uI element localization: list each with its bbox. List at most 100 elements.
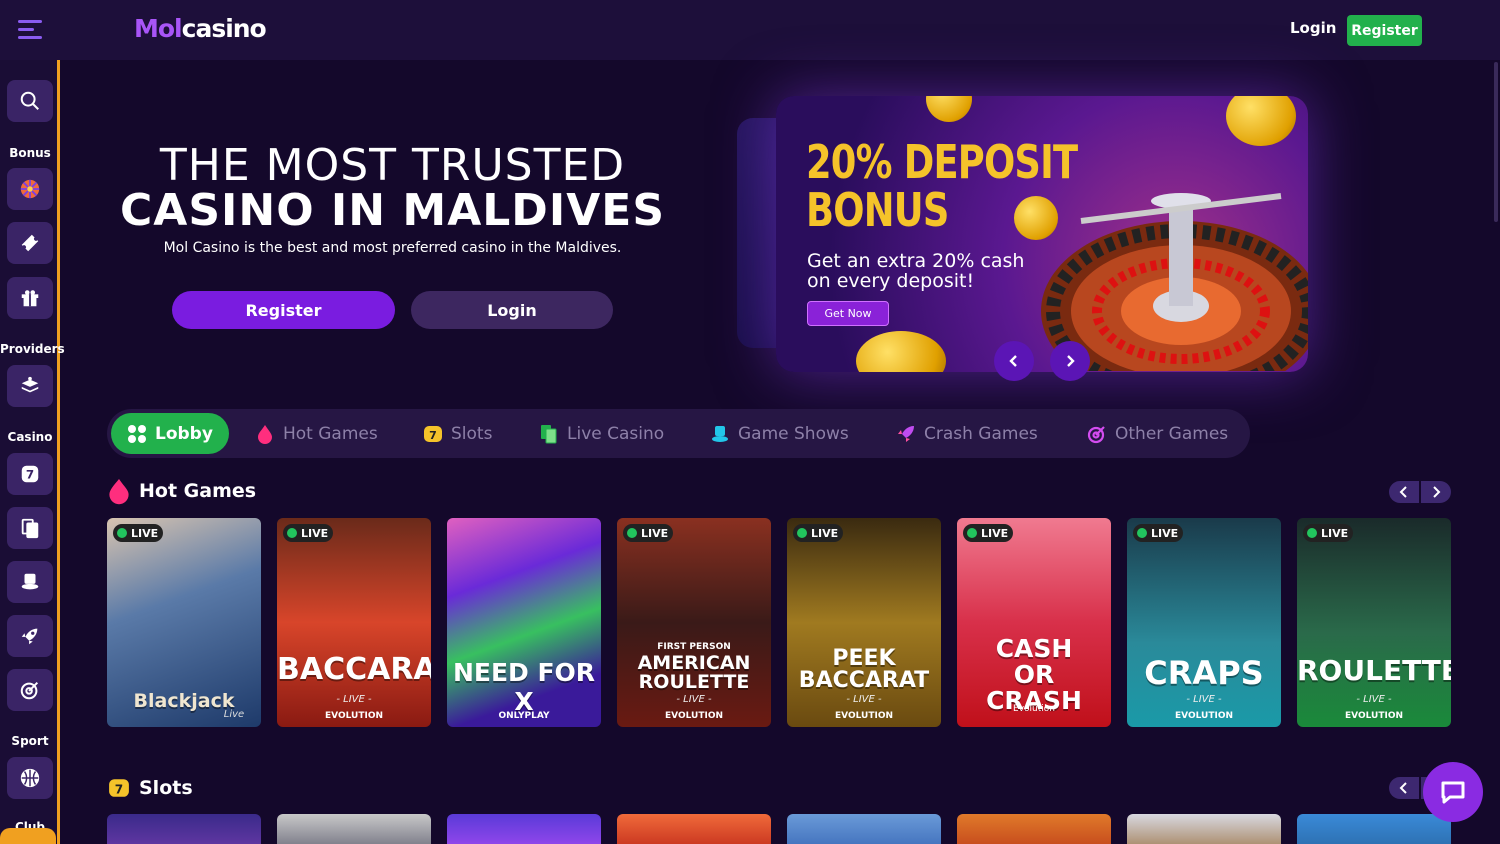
sidebar-item-other[interactable] [7,669,53,711]
sidebar: Bonus Providers Casino 7 Sport Club [0,60,65,844]
tab-slots-label: Slots [451,423,493,444]
sidebar-item-providers[interactable] [7,365,53,407]
sidebar-item-gifts[interactable] [7,277,53,319]
game-card-blackjack[interactable]: LIVE Blackjack Live [107,518,261,727]
slot-card[interactable] [787,814,941,844]
live-badge-label: LIVE [131,526,159,540]
tab-game-shows[interactable]: Game Shows [710,413,849,454]
hat-icon [710,424,730,444]
slot-card[interactable] [957,814,1111,844]
game-provider: EVOLUTION [835,711,893,721]
game-card-american-roulette[interactable]: LIVE FIRST PERSON AMERICAN ROULETTE - LI… [617,518,771,727]
coin-icon [856,331,946,372]
slot-card[interactable] [1297,814,1451,844]
slot-card[interactable] [617,814,771,844]
sidebar-label-casino: Casino [7,430,53,444]
fortune-wheel-icon [20,179,40,199]
chevron-left-icon [1399,782,1407,794]
tab-live-casino[interactable]: Live Casino [539,413,664,454]
chevron-left-icon [1399,486,1407,498]
live-badge: LIVE [283,524,334,542]
banner-get-now-button[interactable]: Get Now [807,301,889,326]
game-card-craps[interactable]: LIVE CRAPS - LIVE - EVOLUTION [1127,518,1281,727]
game-name: CRAPS [1144,654,1264,692]
sidebar-item-tickets[interactable] [7,222,53,264]
tab-hot-games[interactable]: Hot Games [255,413,378,454]
game-card-peek-baccarat[interactable]: LIVE PEEK BACCARAT - LIVE - EVOLUTION [787,518,941,727]
hero-title-line2: CASINO IN MALDIVES [119,185,666,236]
header-login-button[interactable]: Login [1290,19,1336,37]
game-card-need-for-x[interactable]: NEED FOR X ONLYPLAY [447,518,601,727]
tab-live-casino-label: Live Casino [567,423,665,444]
hero-title-line1: THE MOST TRUSTED [159,140,626,191]
svg-text:7: 7 [115,783,123,797]
sidebar-item-live-casino[interactable] [7,507,53,549]
slot-card[interactable] [107,814,261,844]
flame-icon [255,424,275,444]
game-name: AMERICAN ROULETTE [637,652,751,693]
menu-icon[interactable] [18,20,42,40]
hot-games-next-button[interactable] [1421,481,1451,503]
live-badge: LIVE [1133,524,1184,542]
ticket-icon [21,234,39,252]
tab-crash-games-label: Crash Games [924,423,1038,444]
tab-other-games[interactable]: Other Games [1087,413,1228,454]
game-card-roulette[interactable]: LIVE ROULETTE - LIVE - EVOLUTION [1297,518,1451,727]
game-pretitle: FIRST PERSON [657,642,731,652]
header-register-button[interactable]: Register [1347,15,1422,46]
logo[interactable]: Molcasino [134,14,267,43]
banner-next-button[interactable] [1050,341,1090,381]
game-name: NEED FOR X [452,658,596,716]
layers-icon [21,376,39,393]
live-badge: LIVE [1303,524,1354,542]
club-badge[interactable] [0,828,56,844]
sidebar-item-crash[interactable] [7,615,53,657]
logo-part1: Mol [134,14,183,43]
banner-text: Get an extra 20% cash on every deposit! [807,250,1025,292]
live-badge-label: LIVE [641,526,669,540]
sidebar-item-game-shows[interactable] [7,561,53,603]
tab-crash-games[interactable]: Crash Games [896,413,1038,454]
game-provider: Evolution [1013,704,1055,714]
hot-games-prev-button[interactable] [1389,481,1419,503]
game-provider: EVOLUTION [665,711,723,721]
search-button[interactable] [7,80,53,122]
promo-banner[interactable]: 20% DEPOSIT BONUS Get an extra 20% cash … [776,96,1308,372]
hat-icon [21,573,39,590]
slot-card[interactable] [1127,814,1281,844]
sidebar-item-wheel[interactable] [7,168,53,210]
slots-title: Slots [139,777,193,799]
chat-button[interactable] [1423,762,1483,822]
live-badge: LIVE [793,524,844,542]
game-sub: - LIVE - [1356,694,1392,705]
hero-login-button[interactable]: Login [411,291,613,329]
category-tabs: Lobby Hot Games 7 Slots Live Casino Game… [107,409,1250,458]
tab-lobby-label: Lobby [155,423,213,444]
game-card-cash-or-crash[interactable]: LIVE CASH OR CRASH Evolution [957,518,1111,727]
top-bar: Molcasino Login Register [0,0,1500,60]
sidebar-label-sport: Sport [11,734,49,748]
game-provider: EVOLUTION [1175,711,1233,721]
sidebar-item-sport[interactable] [7,757,53,799]
sidebar-item-slots[interactable]: 7 [7,453,53,495]
slots-prev-button[interactable] [1389,777,1419,799]
section-title-slots: 7 Slots [107,776,193,800]
live-badge: LIVE [113,524,164,542]
page-scrollbar[interactable] [1494,62,1498,222]
sidebar-label-providers: Providers [0,342,65,356]
game-card-baccarat[interactable]: LIVE BACCARAT - LIVE - EVOLUTION [277,518,431,727]
tab-slots[interactable]: 7 Slots [423,413,492,454]
tab-lobby[interactable]: Lobby [111,413,229,454]
slot-card[interactable] [447,814,601,844]
tab-other-games-label: Other Games [1115,423,1229,444]
slot-card[interactable] [277,814,431,844]
rocket-icon [21,628,38,645]
target-icon [1087,424,1107,444]
game-sub: - LIVE - [676,694,712,705]
game-sub: - LIVE - [846,694,882,705]
banner-prev-button[interactable] [994,341,1034,381]
live-badge-label: LIVE [301,526,329,540]
section-title-hot-games: Hot Games [107,479,256,505]
hero-register-button[interactable]: Register [172,291,395,329]
hot-games-nav [1389,481,1451,503]
